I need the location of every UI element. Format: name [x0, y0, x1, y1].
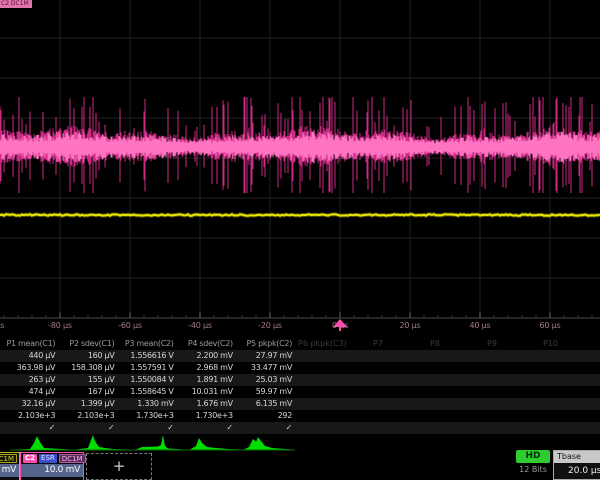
histicon-p3[interactable]	[136, 435, 184, 450]
value-cell: 292	[237, 410, 296, 422]
value-cell: 32.16 µV	[0, 398, 59, 410]
param-header-p1[interactable]: P1 mean(C1)	[0, 338, 59, 350]
param-header-p10[interactable]: P10	[543, 338, 558, 350]
axis-label: -40 µs	[178, 321, 222, 330]
measure-table: P1 mean(C1) P2 sdev(C1) P3 mean(C2) P4 s…	[0, 338, 600, 434]
axis-label: -80 µs	[38, 321, 82, 330]
value-cell: 2.103e+3	[0, 410, 59, 422]
param-header-p3[interactable]: P3 mean(C2)	[118, 338, 177, 350]
channel-c2-descriptor[interactable]: C2 ESR DC1M 10.0 mV	[20, 452, 84, 480]
add-channel-button[interactable]: +	[86, 453, 152, 480]
axis-label: -60 µs	[108, 321, 152, 330]
value-cell: 363.98 µV	[0, 362, 59, 374]
value-cell: 1.399 µV	[59, 398, 118, 410]
histicon-strip	[0, 434, 600, 452]
param-header-p5[interactable]: P5 pkpk(C2)	[237, 338, 296, 350]
value-cell: 263 µV	[0, 374, 59, 386]
graticule-and-traces	[0, 0, 600, 336]
value-cell: 10.031 mV	[178, 386, 237, 398]
value-cell: 2.103e+3	[59, 410, 118, 422]
c1-coupling-badge: DC1M	[0, 454, 17, 463]
status-check-icon: ✓	[118, 422, 177, 434]
waveform-grid[interactable]: -100 µs -80 µs -60 µs -40 µs -20 µs 0 µs…	[0, 0, 600, 336]
value-cell: 1.557591 V	[118, 362, 177, 374]
axis-label: -100 µs	[0, 321, 12, 330]
value-cell: 1.558645 V	[118, 386, 177, 398]
histicon-p1[interactable]	[14, 436, 70, 450]
value-cell: 1.550084 V	[118, 374, 177, 386]
param-header-p7[interactable]: P7	[373, 338, 383, 350]
value-cell: 1.330 mV	[118, 398, 177, 410]
timebase-value: 20.0 µs	[554, 463, 600, 479]
value-cell: 1.556616 V	[118, 350, 177, 362]
hd-mode-badge[interactable]: HD	[516, 450, 550, 463]
value-cell: 1.891 mV	[178, 374, 237, 386]
c1-vertical-scale: 10.0 mV	[0, 464, 19, 477]
timebase-descriptor[interactable]: Tbase 20.0 µs	[553, 450, 600, 480]
value-cell: 1.730e+3	[118, 410, 177, 422]
value-cell: 59.97 mV	[237, 386, 296, 398]
trigger-position-marker[interactable]	[330, 317, 350, 331]
axis-label: 20 µs	[388, 321, 432, 330]
param-header-p8[interactable]: P8	[430, 338, 440, 350]
axis-label: 40 µs	[458, 321, 502, 330]
value-cell: 6.135 mV	[237, 398, 296, 410]
timebase-title: Tbase	[554, 451, 600, 463]
value-cell: 440 µV	[0, 350, 59, 362]
c2-esr-badge: ESR	[39, 454, 57, 463]
value-cell: 1.730e+3	[178, 410, 237, 422]
histicon-p4[interactable]	[190, 438, 240, 450]
param-header-p2[interactable]: P2 sdev(C1)	[59, 338, 118, 350]
channel-c1-descriptor[interactable]: DC1M 10.0 mV	[0, 452, 20, 480]
measure-row-num: 2.103e+3 2.103e+3 1.730e+3 1.730e+3 292	[0, 410, 600, 422]
param-header-p4[interactable]: P4 sdev(C2)	[178, 338, 237, 350]
value-cell: 167 µV	[59, 386, 118, 398]
axis-label: -20 µs	[248, 321, 292, 330]
value-cell: 474 µV	[0, 386, 59, 398]
value-cell: 155 µV	[59, 374, 118, 386]
top-left-trace-label[interactable]: C2 DC1M	[0, 0, 32, 8]
value-cell: 160 µV	[59, 350, 118, 362]
measure-row-sdev: 32.16 µV 1.399 µV 1.330 mV 1.676 mV 6.13…	[0, 398, 600, 410]
status-check-icon: ✓	[0, 422, 59, 434]
oscilloscope-screen: -100 µs -80 µs -60 µs -40 µs -20 µs 0 µs…	[0, 0, 600, 480]
measure-row-min: 263 µV 155 µV 1.550084 V 1.891 mV 25.03 …	[0, 374, 600, 386]
measure-header-row: P1 mean(C1) P2 sdev(C1) P3 mean(C2) P4 s…	[0, 338, 600, 350]
value-cell: 158.308 µV	[59, 362, 118, 374]
histicon-p5[interactable]	[244, 437, 292, 450]
param-header-p6[interactable]: P6 pkpk(C3)	[298, 338, 347, 350]
measure-row-value: 440 µV 160 µV 1.556616 V 2.200 mV 27.97 …	[0, 350, 600, 362]
value-cell: 2.968 mV	[178, 362, 237, 374]
histicon-p2[interactable]	[76, 435, 130, 450]
c2-coupling-badge: DC1M	[59, 454, 86, 463]
status-check-icon: ✓	[178, 422, 237, 434]
axis-label: 60 µs	[528, 321, 572, 330]
measure-row-status: ✓ ✓ ✓ ✓ ✓	[0, 422, 600, 434]
param-header-p9[interactable]: P9	[487, 338, 497, 350]
value-cell: 27.97 mV	[237, 350, 296, 362]
status-check-icon: ✓	[237, 422, 296, 434]
measure-row-mean: 363.98 µV 158.308 µV 1.557591 V 2.968 mV…	[0, 362, 600, 374]
c2-label-badge: C2	[23, 454, 37, 463]
value-cell: 25.03 mV	[237, 374, 296, 386]
value-cell: 33.477 mV	[237, 362, 296, 374]
value-cell: 1.676 mV	[178, 398, 237, 410]
hd-bits-label: 12 Bits	[510, 465, 556, 474]
measure-row-max: 474 µV 167 µV 1.558645 V 10.031 mV 59.97…	[0, 386, 600, 398]
value-cell: 2.200 mV	[178, 350, 237, 362]
status-check-icon: ✓	[59, 422, 118, 434]
c2-vertical-scale: 10.0 mV	[21, 464, 83, 477]
